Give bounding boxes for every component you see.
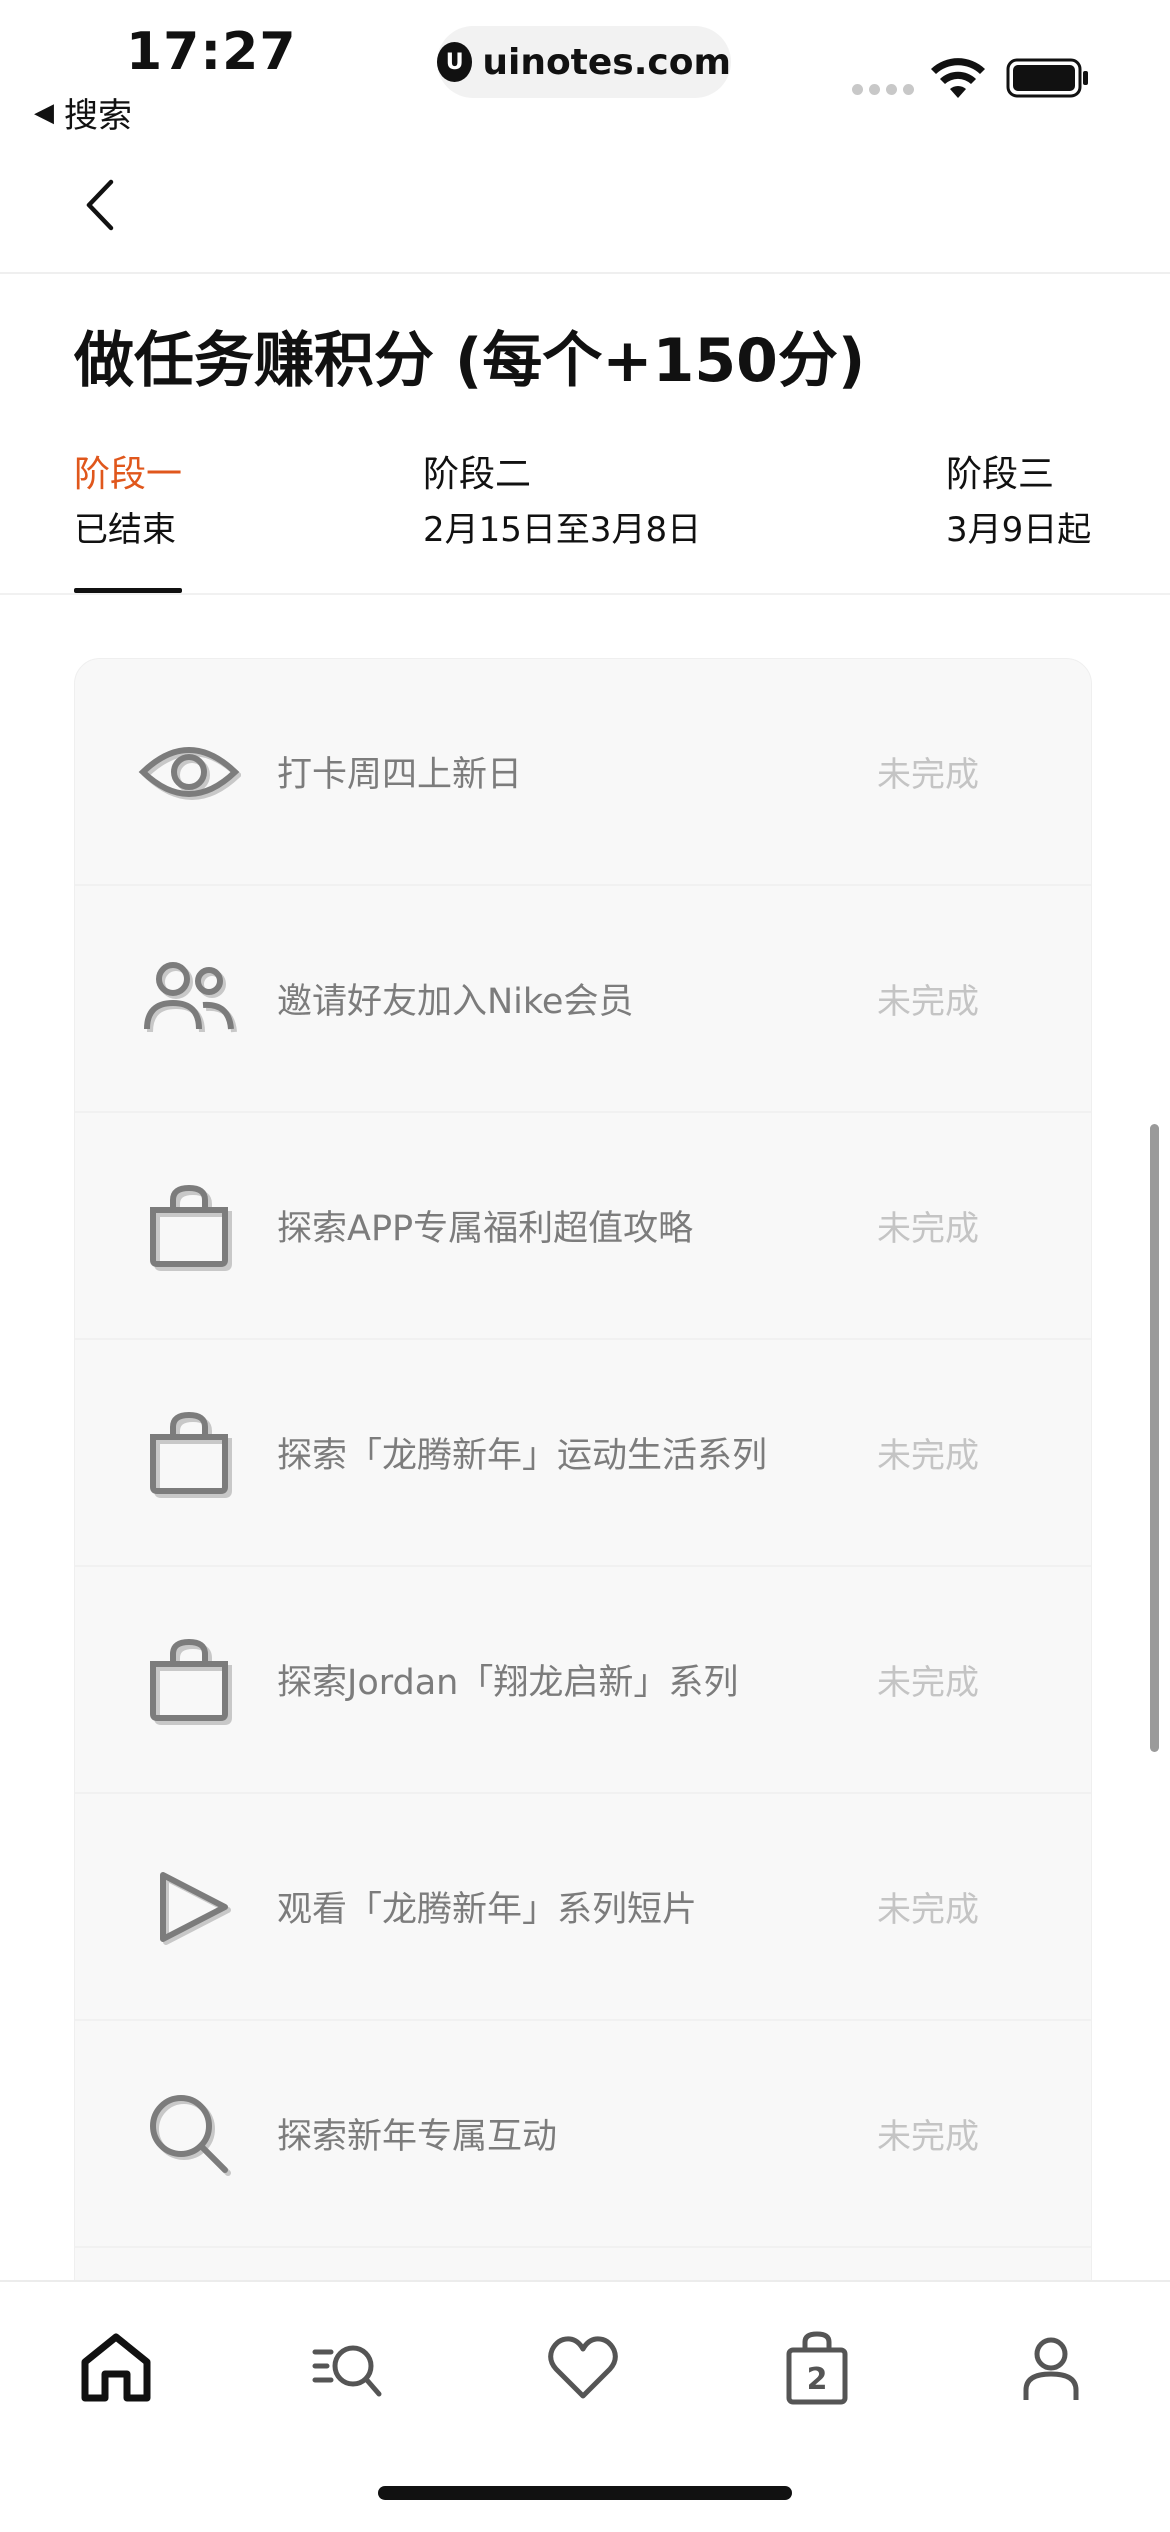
- task-label: 探索Jordan「翔龙启新」系列: [277, 1663, 739, 1703]
- task-row[interactable]: 探索Jordan「翔龙启新」系列 未完成: [75, 1567, 1091, 1794]
- tabbar-home[interactable]: [66, 2318, 166, 2418]
- back-to-app-link[interactable]: ◀ 搜索: [34, 88, 132, 137]
- shopping-bag-icon: [137, 1401, 241, 1505]
- scrollbar[interactable]: [1150, 1124, 1159, 1752]
- task-label: 打卡周四上新日: [277, 755, 523, 795]
- users-icon: [137, 947, 241, 1051]
- task-row[interactable]: 探索APP专属福利超值攻略 未完成: [75, 1113, 1091, 1340]
- tab-sub: 已结束: [74, 510, 176, 550]
- divider: [0, 593, 1170, 595]
- bag-count-badge: 2: [807, 2362, 828, 2397]
- status-bar: 17:27 ◀ 搜索 U uinotes.com: [0, 0, 1170, 150]
- tab-label: 阶段三: [946, 454, 1055, 495]
- tabbar-search[interactable]: [298, 2318, 398, 2418]
- task-status: 未完成: [877, 1436, 979, 1476]
- tab-stage-3[interactable]: 阶段三 3月9日起: [946, 450, 1091, 560]
- page-title: 做任务赚积分 (每个+150分): [74, 326, 866, 396]
- tab-stage-2[interactable]: 阶段二 2月15日至3月8日: [423, 450, 701, 560]
- cellular-signal-icon: [852, 84, 914, 95]
- task-status: 未完成: [877, 1663, 979, 1703]
- task-row[interactable]: 观看「龙腾新年」系列短片 未完成: [75, 1794, 1091, 2021]
- profile-icon: [1023, 2337, 1079, 2400]
- search-list-icon: [312, 2345, 382, 2397]
- task-row[interactable]: 打卡周四上新日 未完成: [75, 659, 1091, 886]
- wifi-icon: [931, 58, 985, 98]
- play-icon: [137, 1855, 241, 1959]
- task-label: 探索「龙腾新年」运动生活系列: [277, 1436, 768, 1476]
- divider: [0, 272, 1170, 274]
- bag-icon: 2: [786, 2331, 848, 2405]
- shopping-bag-icon: [137, 1174, 241, 1278]
- url-text: uinotes.com: [482, 41, 731, 83]
- task-label: 邀请好友加入Nike会员: [277, 982, 634, 1022]
- task-status: 未完成: [877, 1890, 979, 1930]
- battery-icon: [1006, 58, 1088, 98]
- tabbar-bag[interactable]: 2: [767, 2318, 867, 2418]
- home-icon: [81, 2333, 151, 2402]
- task-label: 探索新年专属互动: [277, 2117, 558, 2157]
- page: 17:27 ◀ 搜索 U uinotes.com 做任务赚积分 (每个+150分…: [0, 0, 1170, 2532]
- shopping-bag-icon: [137, 1628, 241, 1732]
- task-status: 未完成: [877, 982, 979, 1022]
- tab-sub: 2月15日至3月8日: [423, 510, 702, 550]
- tab-label: 阶段二: [423, 454, 532, 495]
- home-indicator: [378, 2486, 792, 2500]
- tab-label: 阶段一: [74, 454, 183, 495]
- back-app-label: 搜索: [64, 96, 132, 136]
- status-time: 17:27: [126, 22, 297, 82]
- tabbar-favorites[interactable]: [533, 2318, 633, 2418]
- back-triangle-icon: ◀: [34, 97, 54, 128]
- search-icon: [137, 2082, 241, 2186]
- tab-stage-1[interactable]: 阶段一 已结束: [74, 450, 182, 560]
- task-row[interactable]: 探索新年专属互动 未完成: [75, 2021, 1091, 2248]
- task-status: 未完成: [877, 2117, 979, 2157]
- task-row[interactable]: 探索「龙腾新年」运动生活系列 未完成: [75, 1340, 1091, 1567]
- chevron-left-icon: [86, 179, 114, 231]
- tabbar-profile[interactable]: [1001, 2318, 1101, 2418]
- task-status: 未完成: [877, 755, 979, 795]
- tab-sub: 3月9日起: [946, 510, 1092, 550]
- task-list: 打卡周四上新日 未完成 邀请好友加入Nike会员 未完成 探索APP专属福利超值…: [74, 658, 1092, 2358]
- task-row[interactable]: 邀请好友加入Nike会员 未完成: [75, 886, 1091, 1113]
- task-status: 未完成: [877, 1209, 979, 1249]
- site-logo-icon: U: [437, 42, 473, 82]
- task-label: 观看「龙腾新年」系列短片: [277, 1890, 698, 1930]
- task-label: 探索APP专属福利超值攻略: [277, 1209, 694, 1249]
- eye-icon: [137, 720, 241, 824]
- url-pill[interactable]: U uinotes.com: [437, 26, 731, 98]
- back-button[interactable]: [70, 170, 130, 240]
- heart-icon: [548, 2336, 618, 2399]
